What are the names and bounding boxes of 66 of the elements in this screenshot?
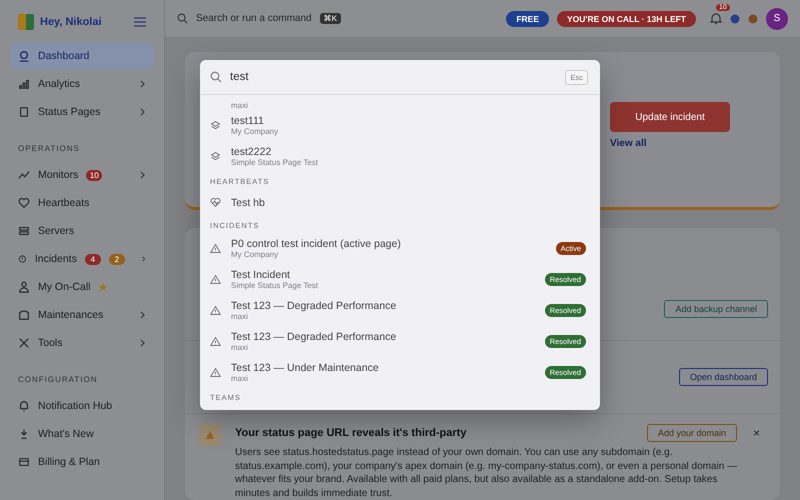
nav-icon bbox=[18, 400, 30, 412]
search-icon bbox=[210, 71, 222, 83]
heart-pulse-icon bbox=[210, 197, 221, 208]
search-input[interactable]: test bbox=[230, 71, 558, 83]
logo-icon bbox=[18, 14, 34, 30]
update-incident-button[interactable]: Update incident bbox=[610, 102, 730, 132]
plan-badge[interactable]: FREE bbox=[506, 10, 550, 26]
tip-button[interactable]: Add backup channel bbox=[664, 300, 768, 318]
nav-icon bbox=[18, 428, 30, 440]
nav-icon bbox=[18, 337, 30, 349]
result-item[interactable]: test2222 Simple Status Page Test bbox=[210, 141, 586, 172]
search-icon bbox=[177, 13, 188, 24]
nav-item[interactable]: My On-Call bbox=[10, 273, 154, 301]
search-field[interactable]: Search or run a command bbox=[196, 13, 312, 24]
warning-icon bbox=[210, 305, 221, 316]
nav-icon bbox=[18, 225, 30, 237]
count-badge: 10 bbox=[86, 170, 102, 180]
nav-item[interactable]: Heartbeats bbox=[10, 189, 154, 217]
section-heading: OPERATIONS bbox=[17, 143, 81, 155]
result-item[interactable]: Test hb bbox=[210, 189, 586, 216]
nav-icon bbox=[18, 106, 30, 118]
nav-item[interactable]: Incidents 4 2 bbox=[10, 245, 154, 273]
warning-icon bbox=[199, 424, 221, 446]
nav-icon bbox=[18, 309, 30, 321]
help-icon[interactable] bbox=[730, 14, 740, 24]
on-call-button[interactable]: YOU'RE ON CALL · 13H LEFT bbox=[557, 10, 696, 26]
count-badge: 4 bbox=[84, 254, 101, 264]
nav-item[interactable]: Analytics bbox=[10, 70, 154, 98]
nav-item[interactable]: What's New bbox=[10, 420, 154, 448]
shortcut-hint: ⌘K bbox=[320, 13, 341, 24]
nav-icon bbox=[18, 253, 27, 265]
user-avatar[interactable]: S bbox=[766, 8, 788, 30]
nav-item[interactable]: Tools bbox=[10, 329, 154, 357]
nav-icon bbox=[18, 50, 30, 62]
close-button[interactable]: × bbox=[746, 425, 766, 441]
tip-button[interactable]: Open dashboard bbox=[678, 368, 768, 386]
nav-icon bbox=[18, 456, 30, 468]
nav-icon bbox=[18, 78, 30, 90]
nav-icon bbox=[18, 197, 30, 209]
tip-title: Your status page URL reveals it's third-party bbox=[235, 427, 468, 439]
add-domain-button[interactable]: Add your domain bbox=[646, 424, 737, 442]
layers-icon bbox=[210, 151, 221, 162]
warning-icon bbox=[210, 274, 221, 285]
warning-icon bbox=[210, 336, 221, 347]
warning-icon bbox=[210, 243, 221, 254]
result-item[interactable]: test111 My Company bbox=[210, 110, 586, 141]
nav-icon bbox=[18, 281, 30, 293]
count-badge: 2 bbox=[108, 254, 125, 264]
greeting: Hey, Nikolai bbox=[40, 16, 103, 28]
bell-icon[interactable] bbox=[710, 12, 722, 25]
tip-text: Users see status.hostedstatus.page instead of your own domain. You can use any subdomain (e.g. status.example.com), your company's apex domain (e.g. my-company-status.com), or even a personal domain — whatever fits your brand. Available with all paid plans, but also available as a standalone add-on. Setup takes minutes and builds immediate trust. bbox=[235, 446, 738, 500]
nav-item[interactable]: Billing & Plan bbox=[10, 448, 154, 476]
layers-icon bbox=[210, 120, 221, 131]
view-all-link[interactable]: View all bbox=[610, 138, 730, 149]
theme-icon[interactable] bbox=[748, 14, 758, 24]
nav-item[interactable]: Dashboard bbox=[10, 42, 154, 70]
section-heading: CONFIGURATION bbox=[17, 374, 99, 386]
nav-item[interactable]: Monitors 10 bbox=[10, 161, 154, 189]
nav-icon bbox=[18, 169, 30, 181]
warning-icon bbox=[210, 367, 221, 378]
result-item[interactable]: maxi bbox=[210, 95, 586, 110]
menu-icon[interactable] bbox=[134, 17, 146, 27]
nav-item[interactable]: Servers bbox=[10, 217, 154, 245]
nav-item[interactable]: Notification Hub bbox=[10, 392, 154, 420]
nav-item[interactable]: Maintenances bbox=[10, 301, 154, 329]
nav-item[interactable]: Status Pages bbox=[10, 98, 154, 126]
